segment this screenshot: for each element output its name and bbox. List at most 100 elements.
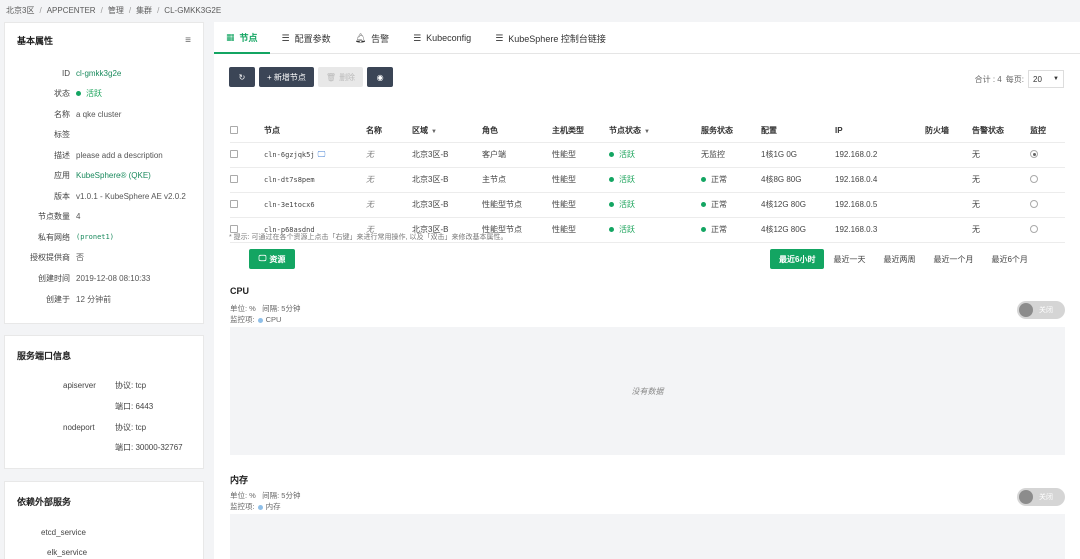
tab-config-params[interactable]: ☰ 配置参数: [270, 22, 343, 54]
node-toolbar: ↻ + 新增节点 🗑︎ 删除 ◉: [229, 67, 394, 87]
cpu-toggle[interactable]: 关闭: [1017, 301, 1065, 319]
header-config: 配置: [761, 120, 835, 143]
monitor-cell[interactable]: [1030, 142, 1065, 168]
dependency-item[interactable]: etcd_service: [41, 526, 86, 538]
monitor-radio[interactable]: [1030, 174, 1038, 183]
range-6h[interactable]: 最近6小时: [770, 249, 825, 269]
refresh-button[interactable]: ↻: [229, 67, 255, 87]
breadcrumb-region[interactable]: 北京3区: [6, 5, 34, 16]
checkbox[interactable]: [230, 174, 238, 183]
tab-label: KubeSphere 控制台链接: [508, 33, 606, 44]
node-id[interactable]: cln-3e1tocx6: [264, 201, 315, 209]
cpu-monitor-label: 监控项:: [230, 315, 255, 324]
checkbox[interactable]: [230, 199, 238, 208]
field-label: 应用: [54, 170, 70, 180]
delete-button[interactable]: 🗑︎ 删除: [317, 67, 364, 87]
breadcrumb-sep: /: [157, 5, 160, 15]
page-size-select[interactable]: 20 ▼: [1028, 70, 1064, 88]
monitor-radio[interactable]: [1030, 224, 1038, 233]
header-select-all[interactable]: [230, 120, 264, 143]
port-number: 端口: 30000-32767: [115, 442, 183, 452]
memory-legend: 监控项: 内存: [230, 501, 281, 512]
monitor-radio[interactable]: [1030, 199, 1038, 208]
node-id-cell[interactable]: cln-6gzjqk5j 🖵︎: [264, 142, 366, 168]
range-2w[interactable]: 最近两周: [874, 249, 924, 269]
resource-label: 资源: [269, 254, 286, 264]
breadcrumb-sep: /: [100, 5, 103, 15]
node-id-cell[interactable]: cln-3e1tocx6: [264, 192, 366, 218]
monitor-screen-icon[interactable]: 🖵︎: [318, 150, 326, 159]
node-id[interactable]: cln-dt7s8pem: [264, 176, 315, 184]
monitor-cell[interactable]: [1030, 167, 1065, 193]
refresh-icon: ↻: [238, 72, 246, 82]
monitor-cell[interactable]: [1030, 192, 1065, 218]
memory-toggle[interactable]: 关闭: [1017, 488, 1065, 506]
memory-legend-label: 内存: [265, 502, 281, 511]
header-name: 名称: [366, 120, 412, 143]
dependency-item[interactable]: elk_service: [47, 546, 87, 558]
monitor-radio[interactable]: [1030, 149, 1038, 158]
header-host-type: 主机类型: [552, 120, 609, 143]
range-1m[interactable]: 最近一个月: [924, 249, 982, 269]
checkbox[interactable]: [230, 125, 238, 134]
add-node-button[interactable]: + 新增节点: [259, 67, 314, 87]
row-select[interactable]: [230, 167, 264, 193]
tip-text: * 提示: 可通过在各个资源上点击「右键」来进行常用操作, 以及「双击」来修改基…: [229, 234, 508, 241]
time-range-selector: 最近6小时 最近一天 最近两周 最近一个月 最近6个月: [770, 249, 1037, 269]
breadcrumb-clusters[interactable]: 集群: [136, 5, 152, 16]
app-link[interactable]: KubeSphere® (QKE): [76, 171, 151, 180]
node-role: 主节点: [482, 167, 552, 193]
legend-dot-icon: [257, 317, 263, 323]
node-name: 无: [366, 167, 412, 193]
node-status: 活跃: [609, 192, 701, 218]
tab-alarms[interactable]: 🔔︎ 告警: [343, 22, 401, 54]
row-select[interactable]: [230, 192, 264, 218]
node-firewall: [925, 167, 972, 193]
panel-title: 基本属性: [17, 35, 54, 46]
port-protocol: 协议: tcp: [115, 422, 147, 432]
tab-kubesphere-console[interactable]: ☰ KubeSphere 控制台链接: [483, 22, 618, 54]
sort-caret-icon: ▼: [431, 129, 437, 136]
cluster-id: cl-gmkk3g2e: [76, 68, 122, 78]
memory-monitor-label: 监控项:: [230, 502, 255, 511]
tab-kubeconfig[interactable]: ☰ Kubeconfig: [401, 22, 483, 54]
service-status-text: 正常: [711, 225, 727, 234]
breadcrumb-appcenter[interactable]: APPCENTER: [47, 6, 96, 15]
main-content: ▦ 节点 ☰ 配置参数 🔔︎ 告警 ☰ Kubeconfig ☰ KubeSphere 控…: [214, 22, 1080, 559]
node-host-type: 性能型: [552, 142, 609, 168]
row-select[interactable]: [230, 142, 264, 168]
memory-interval: 间隔: 5分钟: [262, 491, 301, 500]
node-count-value: 4: [76, 211, 81, 221]
tab-nodes[interactable]: ▦ 节点: [214, 22, 270, 54]
menu-icon[interactable]: ≡: [185, 35, 191, 46]
checkbox[interactable]: [230, 149, 238, 158]
tab-label: 告警: [371, 33, 390, 44]
header-node-status[interactable]: 节点状态 ▼: [609, 120, 701, 143]
view-button[interactable]: ◉: [367, 67, 394, 87]
resource-button[interactable]: 🖵︎ 资源: [249, 249, 295, 269]
service-status-text: 正常: [711, 175, 727, 184]
service-ports-header: 服务端口信息: [5, 336, 203, 374]
field-status: 状态 活跃: [5, 87, 205, 99]
table-row[interactable]: cln-dt7s8pem 无 北京3区-B 主节点 性能型 活跃 正常 4核8G…: [230, 167, 1065, 193]
port-name: nodeport: [63, 422, 95, 432]
table-row[interactable]: cln-3e1tocx6 无 北京3区-B 性能型节点 性能型 活跃 正常 4核…: [230, 192, 1065, 218]
breadcrumb-manage[interactable]: 管理: [108, 5, 124, 16]
basic-properties-header: 基本属性 ≡: [5, 23, 203, 57]
grid-icon: ▦: [226, 31, 235, 42]
node-id[interactable]: cln-6gzjqk5j: [264, 151, 315, 159]
vpc-link[interactable]: (pronet1): [76, 233, 114, 241]
node-status: 活跃: [609, 167, 701, 193]
field-version: 版本 v1.0.1 - KubeSphere AE v2.0.2: [5, 190, 205, 202]
service-ports-panel: 服务端口信息 apiserver 协议: tcp 端口: 6443 nodepo…: [4, 335, 204, 469]
node-status-text: 活跃: [619, 150, 635, 159]
node-status: 活跃: [609, 217, 701, 243]
monitor-cell[interactable]: [1030, 217, 1065, 243]
range-6m[interactable]: 最近6个月: [982, 249, 1036, 269]
node-zone: 北京3区-B: [412, 192, 482, 218]
no-data-text: 没有数据: [631, 386, 664, 396]
table-row[interactable]: cln-6gzjqk5j 🖵︎ 无 北京3区-B 客户端 性能型 活跃 无监控 1…: [230, 142, 1065, 168]
node-id-cell[interactable]: cln-dt7s8pem: [264, 167, 366, 193]
header-zone[interactable]: 区域 ▼: [412, 120, 482, 143]
range-1d[interactable]: 最近一天: [824, 249, 874, 269]
